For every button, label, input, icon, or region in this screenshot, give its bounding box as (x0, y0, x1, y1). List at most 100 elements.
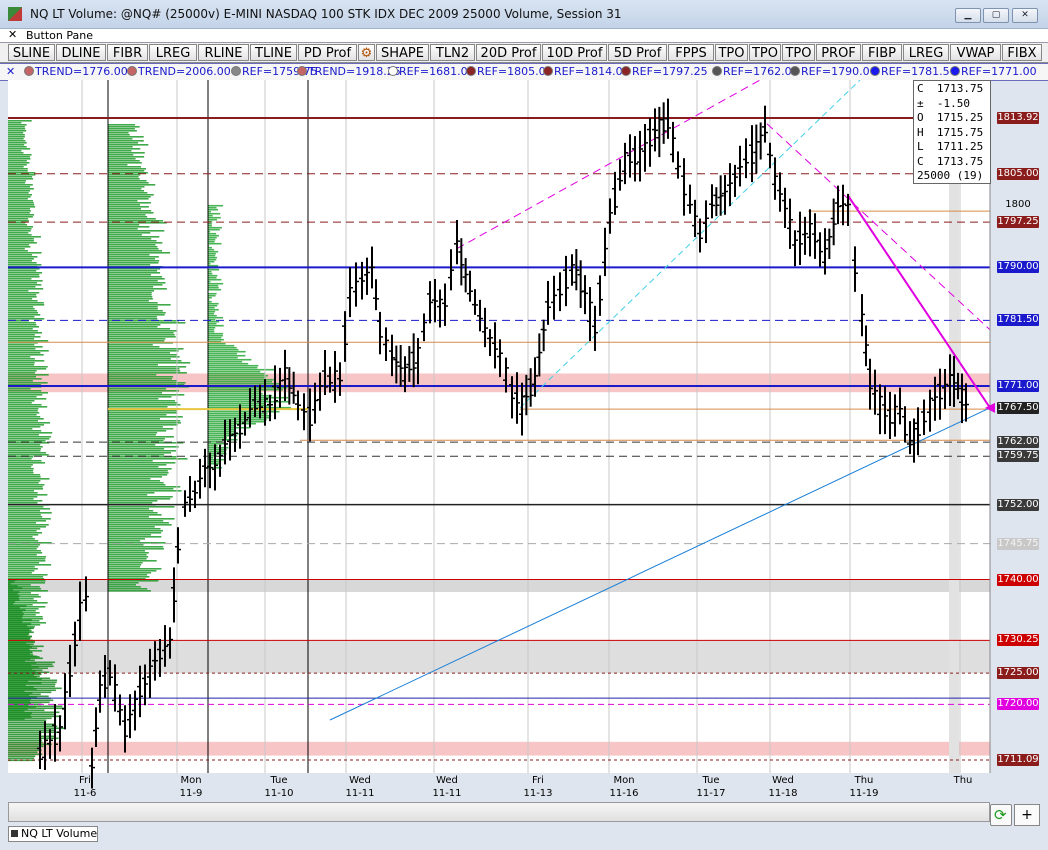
toolbar-button-20d-prof[interactable]: 20D Prof (476, 44, 541, 61)
ref-item[interactable]: REF=1762.00 (712, 65, 799, 78)
volume-profile-bar (108, 130, 137, 132)
volume-profile-bar (108, 220, 164, 222)
toolbar-button-rline[interactable]: RLINE (198, 44, 249, 61)
button-pane-close-icon[interactable]: ✕ (8, 29, 17, 41)
ref-item[interactable]: REF=1681.00 (388, 65, 475, 78)
ref-item[interactable]: REF=1814.00 (543, 65, 630, 78)
x-axis-day: Tue (270, 775, 288, 786)
toolbar-button-fibp[interactable]: FIBP (862, 44, 902, 61)
volume-profile-bar (8, 204, 35, 206)
toolbar-button-tline[interactable]: TLINE (250, 44, 297, 61)
volume-profile-bar (108, 204, 141, 206)
volume-profile-bar (8, 615, 23, 618)
toolbar-button-pd-prof[interactable]: PD Prof (298, 44, 357, 61)
toolbar-button-fibr[interactable]: FIBR (107, 44, 148, 61)
toolbar-button-10d-prof[interactable]: 10D Prof (542, 44, 607, 61)
volume-profile-bar (8, 338, 35, 340)
volume-profile-bar (8, 729, 56, 732)
add-pane-button[interactable]: + (1014, 804, 1040, 826)
volume-profile-bar (8, 382, 48, 384)
price-label: 1725.00 (997, 667, 1039, 680)
toolbar-button-prof[interactable]: PROF (816, 44, 861, 61)
volume-profile-bar (108, 326, 158, 328)
volume-profile-bar (8, 552, 43, 554)
toolbar-button-lreg[interactable]: LREG (149, 44, 197, 61)
volume-profile-bar (108, 338, 166, 340)
toolbar-button-5d-prof[interactable]: 5D Prof (608, 44, 667, 61)
volume-profile-bar (8, 468, 34, 470)
toolbar-button-tpo[interactable]: TPO (749, 44, 781, 61)
toolbar-button-vwap[interactable]: VWAP (950, 44, 1001, 61)
volume-profile-bar (108, 524, 172, 526)
volume-profile-bar (8, 753, 43, 756)
price-chart[interactable] (0, 80, 1048, 800)
volume-profile-bar (8, 432, 53, 434)
volume-profile-bar (208, 214, 213, 217)
volume-profile-bar (108, 454, 165, 456)
toolbar-button-dline[interactable]: DLINE (56, 44, 106, 61)
volume-profile-bar (208, 274, 218, 277)
volume-profile-bar (108, 210, 152, 212)
minimize-button[interactable]: ▁ (955, 8, 981, 23)
volume-profile-bar (108, 152, 145, 154)
volume-profile-bar (208, 300, 212, 303)
toolbar-button-tln2[interactable]: TLN2 (430, 44, 475, 61)
ohlc-value: 1715.25 (936, 111, 984, 124)
refresh-button[interactable]: ⟳ (990, 804, 1012, 826)
volume-profile-bar (108, 368, 180, 370)
chart-tab[interactable]: NQ LT Volume (8, 826, 98, 842)
volume-profile-bar (208, 422, 256, 425)
chart-scrollbar[interactable] (8, 802, 990, 822)
ref-item[interactable]: REF=1781.50 (870, 65, 957, 78)
ohlc-value: 1715.75 (936, 125, 984, 139)
toolbar-button-fibx[interactable]: FIBX (1002, 44, 1042, 61)
volume-profile-bar (208, 278, 222, 281)
ref-item[interactable]: TREND=1776.00 (24, 65, 128, 78)
maximize-button[interactable]: ▢ (983, 8, 1009, 23)
volume-profile-bar (8, 526, 47, 528)
volume-profile-bar (108, 566, 141, 568)
volume-profile-bar (8, 452, 47, 454)
toolbar-button-gear[interactable]: ⚙ (358, 44, 375, 61)
volume-profile-bar (108, 552, 149, 554)
ref-dot-icon (231, 66, 241, 76)
ref-item[interactable]: REF=1805.00 (466, 65, 553, 78)
ohlc-spacer (924, 140, 937, 153)
volume-profile-bar (108, 276, 163, 278)
volume-profile-bar (8, 354, 44, 356)
volume-profile-bar (8, 318, 45, 320)
volume-profile-bar (8, 254, 33, 256)
ref-item[interactable]: REF=1790.00 (790, 65, 877, 78)
toolbar-button-fpps[interactable]: FPPS (668, 44, 714, 61)
ref-item[interactable]: REF=1771.00 (950, 65, 1037, 78)
ref-item[interactable]: TREND=2006.00 (127, 65, 231, 78)
ref-label: REF=1797.25 (632, 65, 708, 78)
toolbar-button-lreg[interactable]: LREG (903, 44, 949, 61)
ref-item[interactable]: TREND=1918.25 (297, 65, 401, 78)
volume-profile-bar (8, 643, 34, 646)
volume-profile-bar (208, 242, 222, 245)
price-label: 1781.50 (997, 314, 1039, 327)
ref-item[interactable]: REF=1797.25 (621, 65, 708, 78)
volume-profile-bar (8, 380, 33, 382)
toolbar-button-shape[interactable]: SHAPE (376, 44, 429, 61)
volume-profile-bar (208, 336, 222, 339)
volume-profile-bar (8, 164, 27, 166)
toolbar-button-tpo[interactable]: TPO (782, 44, 815, 61)
volume-profile-bar (108, 316, 157, 318)
volume-profile-bar (108, 564, 142, 566)
volume-profile-bar (8, 649, 30, 652)
close-button[interactable]: ✕ (1012, 8, 1038, 23)
volume-profile-bar (8, 148, 31, 150)
volume-profile-bar (8, 572, 32, 574)
toolbar-button-sline[interactable]: SLINE (8, 44, 55, 61)
volume-profile-bar (8, 394, 43, 396)
volume-profile-bar (8, 396, 37, 398)
ohlc-readout: C 1713.75 ± -1.50 O 1715.25 H 1715.75 L 1711… (913, 80, 991, 184)
volume-profile-bar (208, 258, 217, 261)
volume-profile-bar (108, 238, 152, 240)
ref-bar-close-icon[interactable]: ✕ (6, 65, 15, 78)
volume-profile-bar (108, 156, 145, 158)
volume-profile-bar (108, 422, 181, 424)
toolbar-button-tpo[interactable]: TPO (715, 44, 748, 61)
